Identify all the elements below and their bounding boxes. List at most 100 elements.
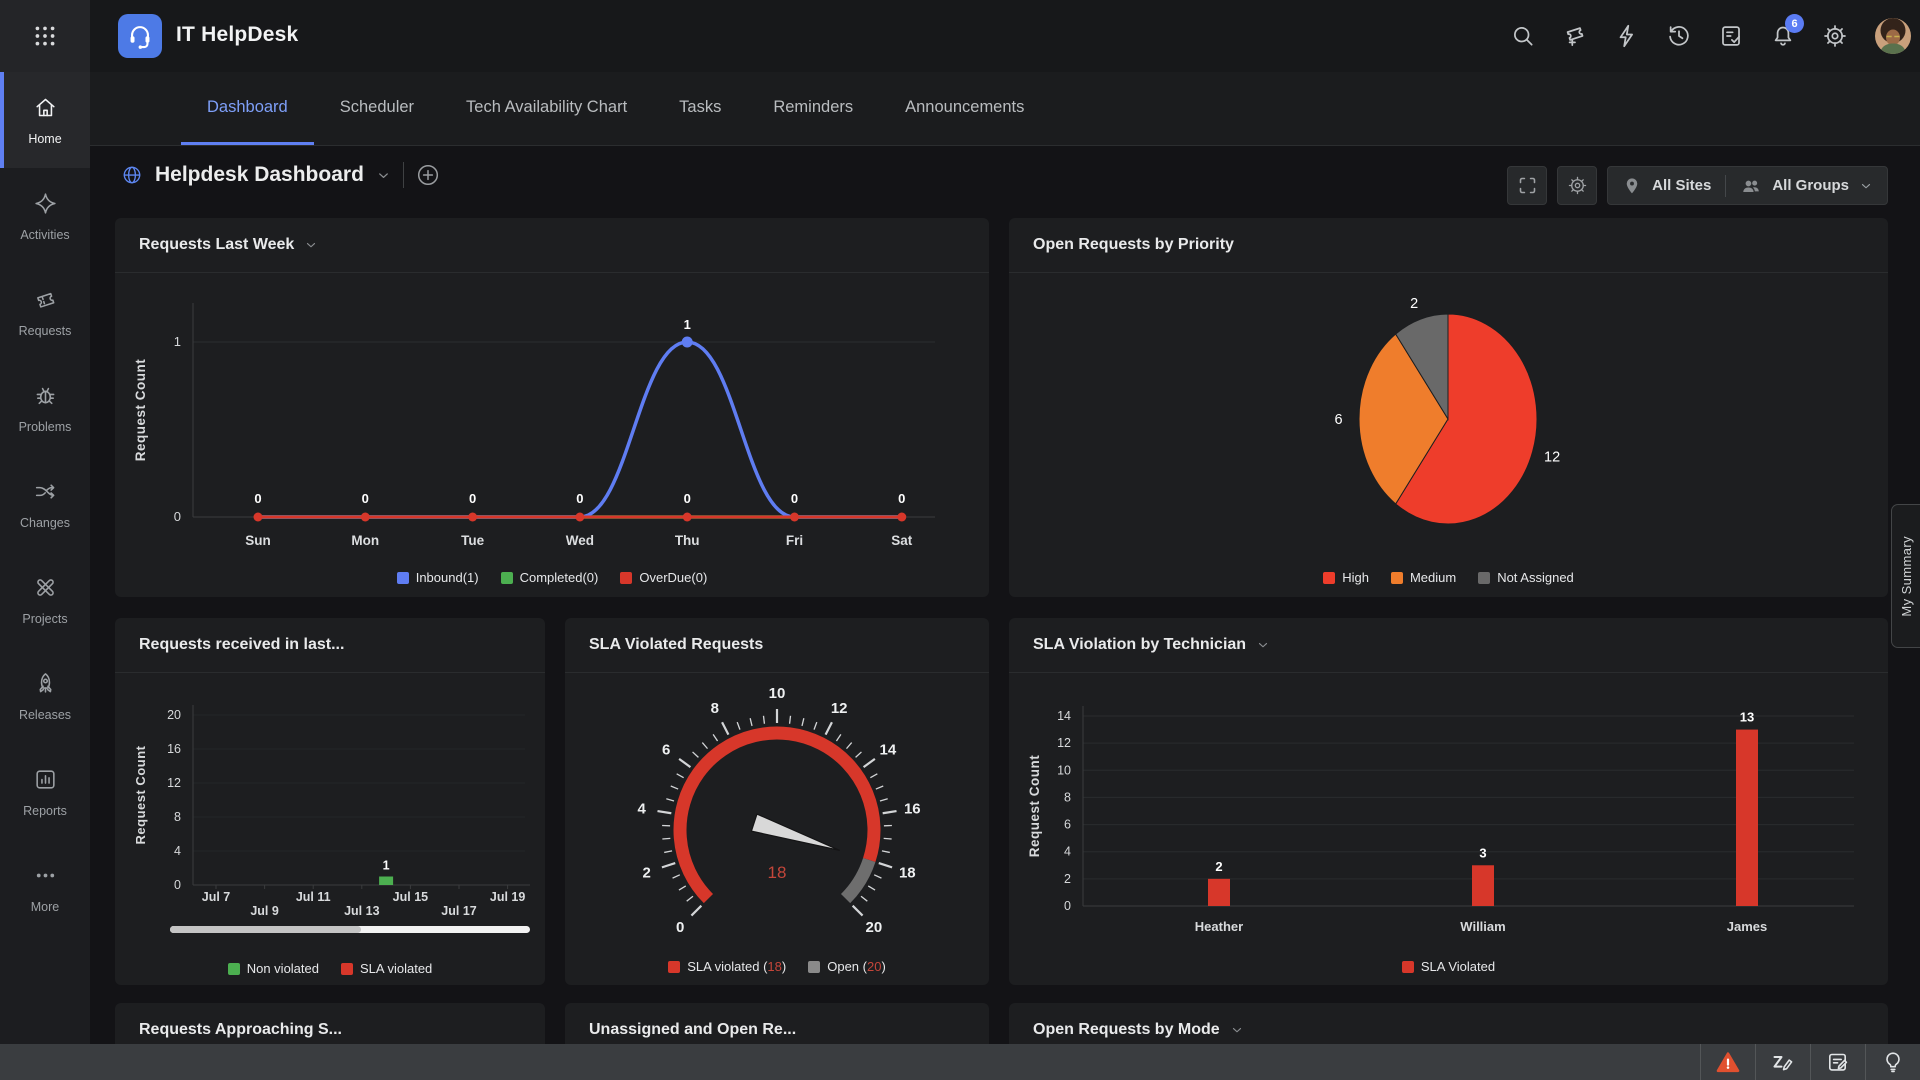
card-open-requests-by-priority: Open Requests by Priority 1262 High Mediu…	[1009, 218, 1888, 597]
dashboard-title-chevron-icon[interactable]	[376, 168, 391, 183]
tab-dashboard[interactable]: Dashboard	[181, 72, 314, 145]
notification-badge: 6	[1785, 14, 1804, 33]
svg-text:Jul 15: Jul 15	[393, 890, 428, 904]
legend-label: Not Assigned	[1497, 570, 1574, 585]
chart-scrollbar[interactable]	[170, 926, 530, 933]
alert-icon[interactable]	[1700, 1044, 1755, 1080]
dashboard-header: Helpdesk Dashboard All Sites All Groups	[90, 146, 1920, 218]
divider	[403, 162, 404, 188]
sidebar-item-home[interactable]: Home	[0, 72, 90, 168]
legend-item[interactable]: Completed(0)	[501, 570, 599, 585]
svg-text:Jul 17: Jul 17	[441, 904, 476, 918]
legend-swatch	[620, 572, 632, 584]
sidebar-item-releases[interactable]: Releases	[0, 648, 90, 744]
card-title: SLA Violation by Technician	[1033, 636, 1246, 654]
scrollbar-thumb[interactable]	[170, 926, 361, 933]
zia-icon[interactable]	[1755, 1044, 1810, 1080]
sidebar-item-projects[interactable]: Projects	[0, 552, 90, 648]
svg-text:0: 0	[174, 878, 181, 892]
tab-reminders[interactable]: Reminders	[747, 72, 879, 145]
sidebar-item-more[interactable]: More	[0, 840, 90, 936]
card-requests-last-week: Requests Last Week 10Request CountSunMon…	[115, 218, 989, 597]
svg-text:Sat: Sat	[891, 533, 913, 548]
module-tab-bar: DashboardSchedulerTech Availability Char…	[90, 72, 1920, 146]
legend-item[interactable]: Inbound(1)	[397, 570, 479, 585]
legend-item[interactable]: SLA violated (18)	[668, 959, 786, 974]
svg-text:6: 6	[1334, 412, 1342, 428]
svg-text:8: 8	[711, 700, 719, 717]
app-switcher-icon[interactable]	[0, 0, 90, 72]
sidebar-item-requests[interactable]: Requests	[0, 264, 90, 360]
tab-scheduler[interactable]: Scheduler	[314, 72, 440, 145]
card-title: SLA Violated Requests	[589, 636, 763, 654]
user-avatar[interactable]	[1874, 17, 1912, 55]
legend-swatch	[1478, 572, 1490, 584]
card-title: Requests Last Week	[139, 236, 294, 254]
svg-text:16: 16	[904, 801, 921, 818]
legend-label: Open (20)	[827, 959, 886, 974]
my-summary-label: My Summary	[1899, 536, 1914, 617]
scope-filter-group: All Sites All Groups	[1607, 166, 1888, 205]
my-summary-tab[interactable]: My Summary	[1891, 504, 1920, 648]
ticket-add-icon[interactable]	[1562, 23, 1588, 49]
legend-item[interactable]: OverDue(0)	[620, 570, 707, 585]
svg-text:6: 6	[662, 741, 670, 758]
search-icon[interactable]	[1510, 23, 1536, 49]
sidebar-item-activities[interactable]: Activities	[0, 168, 90, 264]
app-logo-icon[interactable]	[118, 14, 162, 58]
svg-text:Wed: Wed	[566, 533, 594, 548]
legend-item[interactable]: High	[1323, 570, 1369, 585]
svg-text:1: 1	[174, 334, 181, 349]
chevron-down-icon[interactable]	[1256, 638, 1270, 652]
svg-text:8: 8	[1064, 790, 1071, 804]
sidebar-item-problems[interactable]: Problems	[0, 360, 90, 456]
app-title: IT HelpDesk	[176, 23, 298, 47]
tab-tasks[interactable]: Tasks	[653, 72, 747, 145]
svg-text:2: 2	[1215, 859, 1222, 874]
sidebar-item-changes[interactable]: Changes	[0, 456, 90, 552]
feedback-icon[interactable]	[1810, 1044, 1865, 1080]
svg-text:18: 18	[768, 863, 787, 882]
chevron-down-icon[interactable]	[304, 238, 318, 252]
waffle-grid-icon	[32, 23, 58, 49]
legend-item[interactable]: Non violated	[228, 961, 319, 976]
sidebar-item-label: Home	[28, 132, 61, 146]
legend-item[interactable]: Open (20)	[808, 959, 886, 974]
tab-announcements[interactable]: Announcements	[879, 72, 1050, 145]
svg-text:2: 2	[1064, 872, 1071, 886]
changes-icon	[33, 479, 58, 509]
site-pin-icon	[1622, 176, 1642, 196]
sidebar-item-label: Activities	[20, 228, 69, 242]
bolt-icon[interactable]	[1614, 23, 1640, 49]
reports-icon	[33, 767, 58, 797]
footer-bar	[0, 1044, 1920, 1080]
legend-item[interactable]: SLA violated	[341, 961, 432, 976]
legend-label: Medium	[1410, 570, 1456, 585]
sidebar-item-reports[interactable]: Reports	[0, 744, 90, 840]
all-groups-button[interactable]: All Groups	[1772, 177, 1849, 194]
bulb-icon[interactable]	[1865, 1044, 1920, 1080]
fullscreen-button[interactable]	[1507, 166, 1547, 205]
legend-item[interactable]: SLA Violated	[1402, 959, 1495, 974]
globe-icon	[121, 164, 143, 186]
form-check-icon[interactable]	[1718, 23, 1744, 49]
tab-tech-availability-chart[interactable]: Tech Availability Chart	[440, 72, 653, 145]
card-title: Open Requests by Priority	[1033, 236, 1234, 254]
legend-item[interactable]: Not Assigned	[1478, 570, 1574, 585]
history-icon[interactable]	[1666, 23, 1692, 49]
requests-icon	[33, 287, 58, 317]
dashboard-settings-button[interactable]	[1557, 166, 1597, 205]
chevron-down-icon[interactable]	[1230, 1023, 1244, 1037]
pie-chart: 1262	[1009, 273, 1888, 597]
chart-legend: High Medium Not Assigned	[1009, 570, 1888, 585]
add-dashboard-icon[interactable]	[416, 163, 440, 187]
card-title: Requests Approaching S...	[139, 1021, 342, 1039]
legend-item[interactable]: Medium	[1391, 570, 1456, 585]
all-sites-button[interactable]: All Sites	[1652, 177, 1711, 194]
legend-swatch	[341, 963, 353, 975]
gear-icon[interactable]	[1822, 23, 1848, 49]
releases-icon	[33, 671, 58, 701]
svg-text:James: James	[1727, 919, 1767, 934]
groups-chevron-icon[interactable]	[1859, 179, 1873, 193]
bell-icon[interactable]: 6	[1770, 23, 1796, 49]
